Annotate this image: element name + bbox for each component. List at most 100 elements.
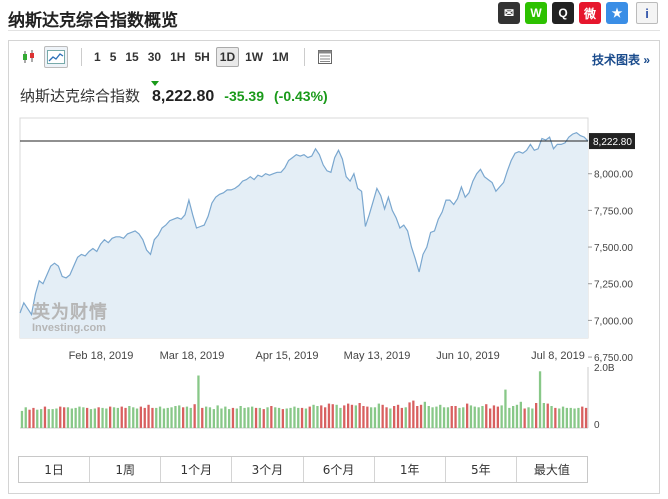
range-button[interactable]: 5年 — [445, 457, 517, 482]
volume-bar — [481, 406, 484, 428]
volume-bar — [51, 409, 54, 428]
volume-bar — [93, 408, 96, 428]
volume-bar — [228, 409, 231, 428]
volume-bar — [20, 410, 24, 428]
volume-bar — [404, 407, 407, 428]
volume-bar — [546, 403, 549, 428]
volume-bar — [316, 406, 319, 428]
y-tick-label: 8,000.00 — [594, 170, 633, 181]
volume-bar — [135, 408, 139, 428]
volume-bar — [408, 402, 411, 428]
volume-bar — [185, 406, 189, 428]
volume-bar — [270, 406, 273, 428]
y-tick-label: 7,500.00 — [594, 243, 633, 254]
volume-bar — [155, 407, 158, 428]
volume-bar — [243, 407, 246, 428]
volume-bar — [554, 407, 557, 428]
volume-bar — [97, 407, 100, 428]
volume-bar — [312, 404, 315, 428]
volume-bar — [101, 407, 104, 428]
volume-bar — [112, 407, 116, 428]
volume-bar — [197, 375, 200, 428]
volume-bar — [419, 404, 423, 428]
volume-bar — [324, 407, 327, 428]
volume-bar — [320, 405, 323, 428]
volume-bar — [182, 407, 185, 428]
volume-bar — [293, 406, 296, 428]
volume-bar — [277, 407, 281, 428]
volume-bar — [377, 403, 380, 428]
range-button[interactable]: 6个月 — [303, 457, 375, 482]
volume-bar — [577, 407, 580, 428]
volume-bar — [350, 404, 354, 428]
range-button[interactable]: 1周 — [90, 457, 162, 482]
volume-bar — [504, 389, 507, 428]
range-button[interactable]: 1日 — [19, 457, 91, 482]
volume-bar — [59, 406, 62, 428]
volume-bar — [519, 401, 522, 428]
volume-bar — [512, 406, 515, 428]
volume-bar — [70, 408, 73, 428]
volume-bar — [239, 406, 242, 428]
volume-bar — [74, 407, 77, 428]
volume-bar — [147, 404, 150, 428]
volume-bar — [508, 407, 511, 428]
volume-bar — [466, 403, 469, 428]
range-selector: 1日 1周 1个月 3个月 6个月 1年 5年 最大值 — [18, 456, 588, 483]
volume-bar — [235, 408, 238, 428]
volume-bar — [347, 403, 350, 428]
volume-bar — [542, 403, 545, 428]
volume-bar — [216, 405, 219, 428]
volume-bar — [496, 406, 499, 428]
volume-bar — [308, 406, 311, 428]
y-tick-label: 7,750.00 — [594, 206, 633, 217]
range-button[interactable]: 最大值 — [516, 457, 587, 482]
volume-bar — [473, 406, 476, 428]
volume-bar — [523, 408, 526, 428]
volume-bar — [442, 407, 446, 428]
volume-bar — [492, 405, 496, 428]
volume-bar — [412, 400, 415, 428]
volume-bar — [381, 404, 384, 428]
volume-bar — [477, 407, 480, 428]
volume-bar — [485, 404, 488, 428]
volume-bar — [143, 407, 146, 428]
range-button[interactable]: 1年 — [374, 457, 446, 482]
volume-bar — [565, 407, 568, 428]
volume-bar — [343, 405, 346, 428]
volume-bar — [63, 407, 66, 428]
volume-bar — [431, 407, 434, 428]
volume-bar — [289, 407, 292, 428]
volume-bar — [327, 403, 331, 428]
volume-bar — [454, 406, 457, 428]
investing-watermark: 英为财情 Investing.com — [32, 302, 108, 334]
volume-bar — [254, 407, 258, 428]
range-button[interactable]: 3个月 — [232, 457, 304, 482]
volume-bar — [393, 406, 396, 428]
volume-bar — [43, 406, 47, 428]
volume-bar — [258, 407, 261, 428]
volume-bar — [193, 404, 196, 428]
volume-bar — [366, 406, 369, 428]
volume-bar — [86, 407, 89, 428]
x-tick-label: Apr 15, 2019 — [256, 350, 319, 362]
last-price-label: 8,222.80 — [593, 137, 632, 148]
volume-bar — [396, 404, 400, 428]
range-button[interactable]: 1个月 — [161, 457, 233, 482]
volume-bar — [247, 407, 250, 428]
volume-bar — [573, 408, 576, 428]
volume-bar — [178, 405, 181, 428]
volume-bar — [132, 407, 135, 428]
volume-bar — [304, 408, 308, 428]
volume-bar — [139, 406, 142, 428]
volume-bar — [124, 407, 127, 428]
volume-bar — [362, 406, 365, 428]
volume-bar — [266, 407, 269, 428]
price-chart: 8,222.80 8,000.00 7,750.00 7,500.00 7,250.00… — [19, 117, 635, 431]
x-tick-label: Jul 8, 2019 — [531, 350, 585, 362]
volume-bar — [66, 407, 70, 428]
volume-bar — [550, 406, 553, 428]
volume-bar — [385, 407, 388, 428]
volume-bar — [423, 401, 426, 428]
volume-bar — [174, 406, 177, 428]
